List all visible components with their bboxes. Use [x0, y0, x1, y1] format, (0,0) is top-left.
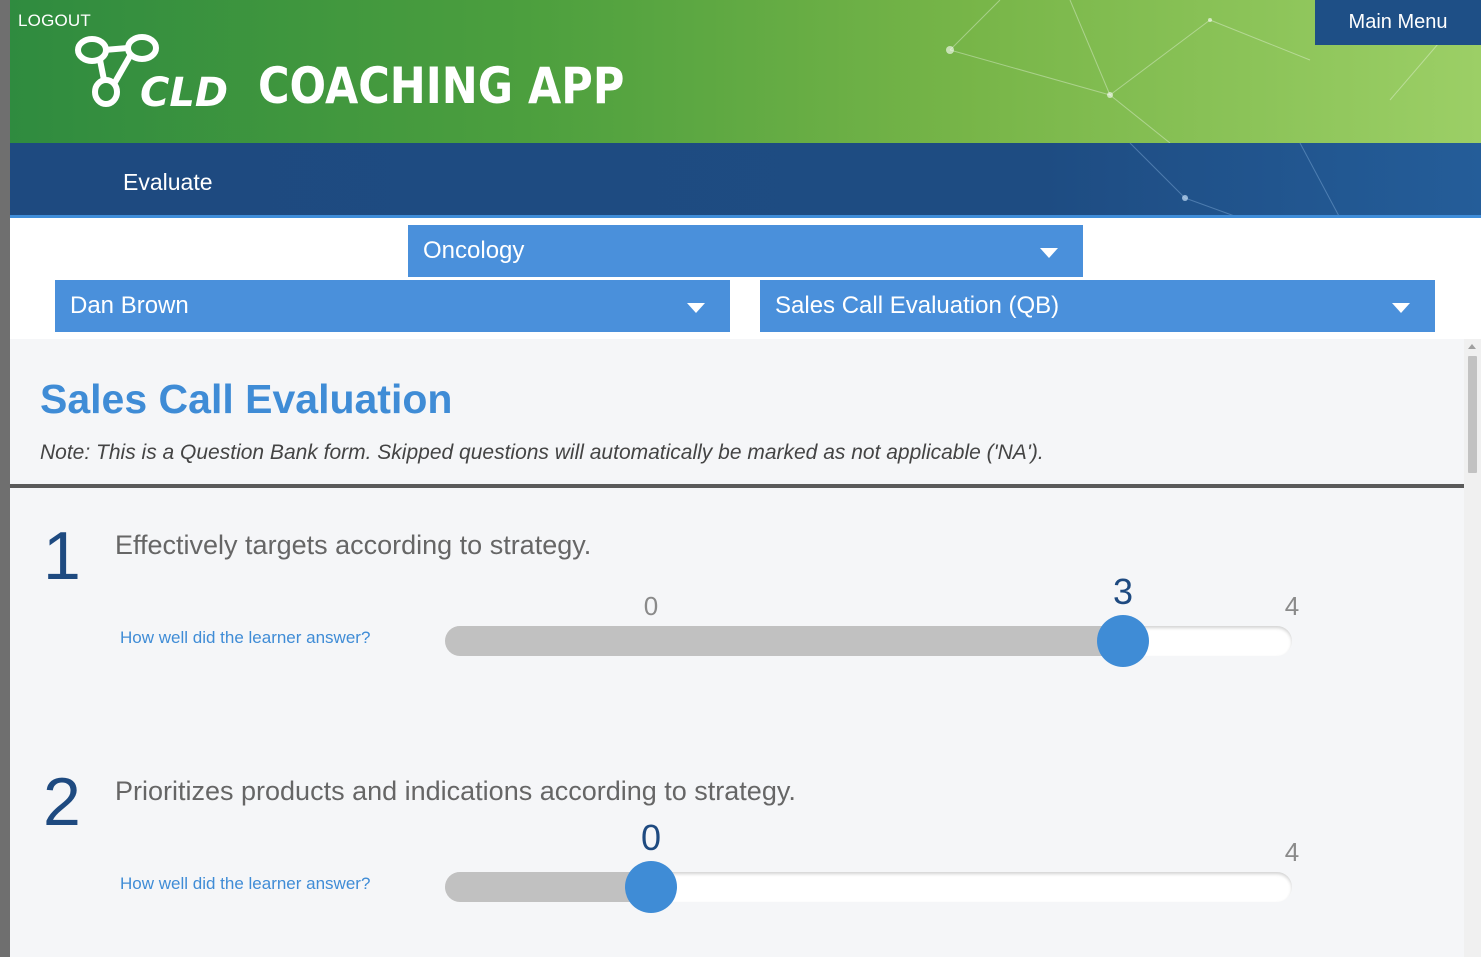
slider-min-label: 0 — [643, 591, 659, 621]
evaluation-form: Sales Call Evaluation Note: This is a Qu… — [10, 339, 1464, 957]
main-menu-button[interactable]: Main Menu — [1315, 0, 1481, 45]
form-note: Note: This is a Question Bank form. Skip… — [40, 441, 1044, 464]
learner-value: Dan Brown — [70, 292, 189, 319]
nav-bar: Evaluate — [10, 143, 1481, 218]
slider-handle[interactable] — [1097, 615, 1149, 667]
chevron-down-icon — [1392, 303, 1410, 313]
nav-network-graphic — [1129, 143, 1341, 218]
learner-select[interactable]: Dan Brown — [55, 280, 730, 332]
slider-fill — [445, 872, 651, 902]
logout-link[interactable]: LOGOUT — [18, 11, 91, 31]
logo-wordmark: CLD — [140, 70, 228, 110]
form-select[interactable]: Sales Call Evaluation (QB) — [760, 280, 1435, 332]
scrollbar-thumb[interactable] — [1468, 356, 1477, 473]
question-text: Effectively targets according to strateg… — [115, 530, 592, 560]
slider-fill — [445, 626, 1123, 656]
rating-slider[interactable] — [445, 615, 1292, 667]
scroll-up-arrow-icon[interactable] — [1468, 344, 1476, 349]
slider-max-label: 4 — [1284, 591, 1300, 621]
cld-logo: CLD — [75, 34, 228, 110]
form-title: Sales Call Evaluation — [40, 376, 453, 422]
slider-value-label: 0 — [640, 817, 662, 858]
slider-handle[interactable] — [625, 861, 677, 913]
question-prompt[interactable]: How well did the learner answer? — [120, 628, 370, 648]
question-text: Prioritizes products and indications acc… — [115, 776, 796, 806]
therapeutic-area-select[interactable]: Oncology — [408, 225, 1083, 277]
therapeutic-area-value: Oncology — [423, 237, 525, 264]
nav-evaluate[interactable]: Evaluate — [123, 169, 213, 196]
form-value: Sales Call Evaluation (QB) — [775, 292, 1060, 319]
scrollbar[interactable] — [1464, 339, 1481, 957]
header-banner: LOGOUT CLD COACHING APP Main Menu — [10, 0, 1481, 143]
question-number: 2 — [43, 764, 81, 840]
question-prompt[interactable]: How well did the learner answer? — [120, 874, 370, 894]
slider-value-label: 3 — [1112, 571, 1134, 612]
app-title: COACHING APP — [258, 57, 625, 115]
slider-max-label: 4 — [1284, 837, 1300, 867]
question-number: 1 — [43, 518, 81, 594]
chevron-down-icon — [687, 303, 705, 313]
app-window: LOGOUT CLD COACHING APP Main Menu Evalua… — [10, 0, 1481, 957]
divider — [10, 484, 1464, 488]
chevron-down-icon — [1040, 248, 1058, 258]
rating-slider[interactable] — [445, 861, 1292, 913]
